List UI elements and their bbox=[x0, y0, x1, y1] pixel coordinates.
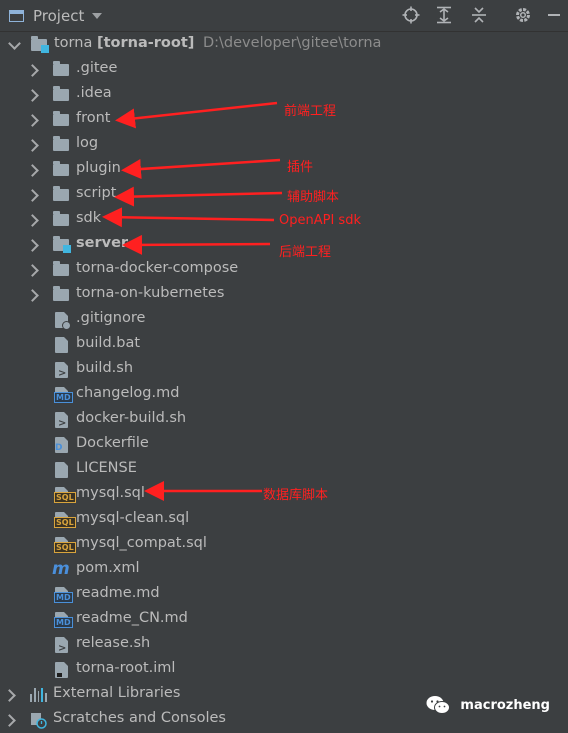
wechat-icon bbox=[426, 696, 451, 714]
arrow-server bbox=[122, 234, 271, 255]
arrow-sdk bbox=[102, 207, 275, 228]
arrow-plugin bbox=[121, 158, 281, 180]
annotation-server: 后端工程 bbox=[279, 245, 332, 260]
annotation-front: 前端工程 bbox=[284, 104, 337, 119]
arrow-script bbox=[114, 186, 283, 207]
annotation-plugin: 插件 bbox=[287, 160, 314, 175]
watermark-text: macrozheng bbox=[460, 697, 550, 713]
watermark: macrozheng bbox=[426, 695, 550, 715]
annotation-script: 辅助脚本 bbox=[287, 190, 340, 205]
annotation-mysql: 数据库脚本 bbox=[263, 488, 329, 503]
annotation-sdk: OpenAPI sdk bbox=[279, 213, 361, 228]
arrow-front bbox=[115, 101, 278, 129]
